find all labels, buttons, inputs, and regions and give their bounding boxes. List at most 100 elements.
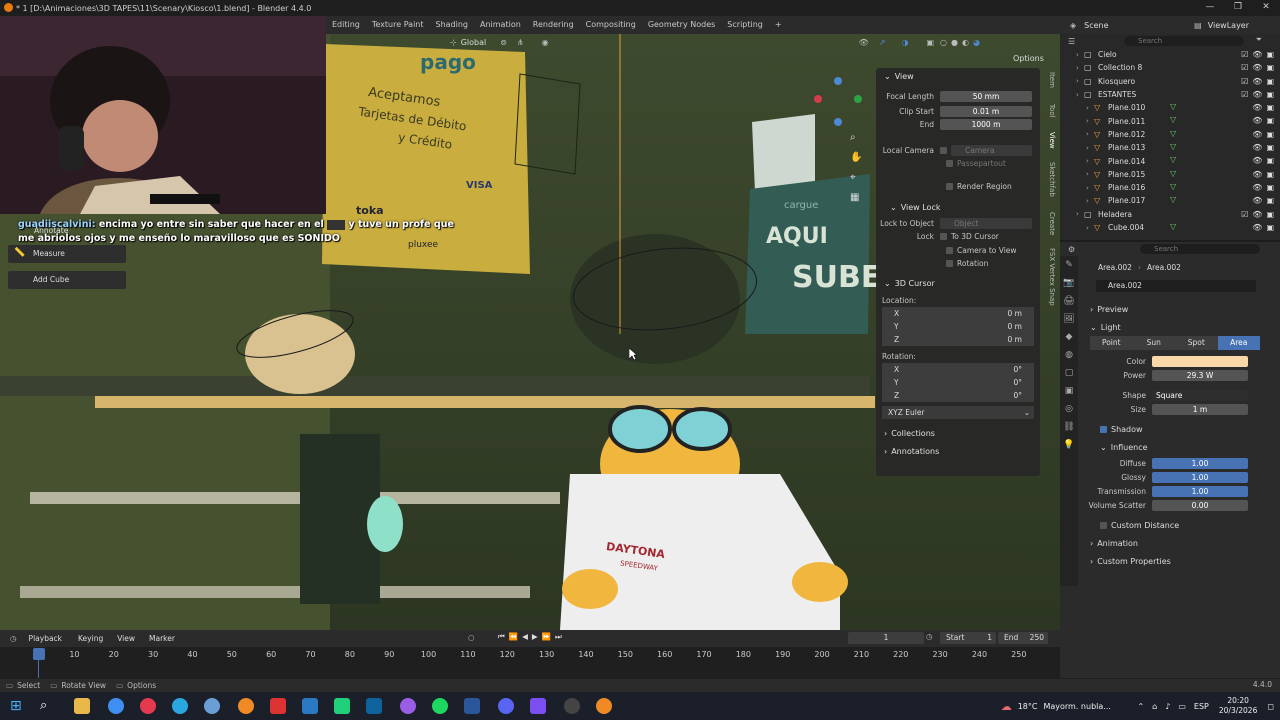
viewport-options-button[interactable]: Options — [1013, 54, 1044, 63]
visibility-eye-icon[interactable]: 👁 — [1252, 90, 1262, 99]
word-icon[interactable] — [464, 698, 480, 714]
location-x-field[interactable]: X 0 m — [882, 307, 1034, 321]
network-icon[interactable]: ⌂ — [1152, 702, 1157, 711]
rotation-x-field[interactable]: X 0° — [882, 363, 1034, 377]
battery-icon[interactable]: ▭ — [1178, 702, 1186, 711]
keying-menu[interactable]: Keying — [78, 634, 103, 643]
tool-properties-icon[interactable]: ✎ — [1060, 256, 1078, 274]
color-swatch[interactable] — [1152, 355, 1248, 367]
exclude-checkbox-icon[interactable]: ☑ — [1241, 63, 1248, 72]
rotation-mode-dropdown[interactable]: XYZ Euler ⌄ — [882, 406, 1034, 420]
outliner-row[interactable]: › ▢ ESTANTES ☑ 👁 ▣ — [1060, 88, 1280, 101]
tab-rendering[interactable]: Rendering — [527, 16, 580, 34]
animation-section[interactable]: › Animation — [1060, 534, 1280, 552]
outliner-row[interactable]: › ▢ Kiosquero ☑ 👁 ▣ — [1060, 75, 1280, 88]
power-field[interactable]: 29.3 W — [1152, 369, 1248, 381]
volume-icon[interactable]: ♪ — [1165, 702, 1170, 711]
expand-arrow-icon[interactable]: › — [1086, 144, 1094, 152]
notification-icon[interactable]: ◻ — [1267, 702, 1274, 711]
tab-editing[interactable]: Editing — [326, 16, 366, 34]
shading-rendered-icon[interactable]: ◕ — [973, 38, 980, 47]
timeline-ruler[interactable]: 1102030405060708090100110120130140150160… — [0, 647, 1060, 679]
visibility-eye-icon[interactable]: 👁 — [1252, 143, 1262, 152]
obs-icon[interactable] — [564, 698, 580, 714]
outliner-row[interactable]: › ▽ Cube.004 ▽ 👁 ▣ — [1060, 221, 1280, 234]
volume-scatter-field[interactable]: 0.00 — [1152, 499, 1248, 511]
shape-dropdown[interactable]: Square — [1152, 389, 1248, 401]
custom-distance-section[interactable]: Custom Distance — [1060, 516, 1280, 534]
vscode-icon[interactable] — [366, 698, 382, 714]
tab-create[interactable]: Create — [1040, 212, 1056, 235]
playhead[interactable] — [33, 648, 45, 660]
constraints-properties-icon[interactable]: ⛓ — [1060, 418, 1078, 436]
render-camera-icon[interactable]: ▣ — [1266, 196, 1274, 205]
expand-arrow-icon[interactable]: › — [1086, 170, 1094, 178]
expand-arrow-icon[interactable]: › — [1086, 184, 1094, 192]
timeline-view-menu[interactable]: View — [117, 634, 135, 643]
view-section-header[interactable]: ⌄ View — [876, 68, 1040, 84]
render-camera-icon[interactable]: ▣ — [1266, 103, 1274, 112]
shadow-section[interactable]: Shadow — [1060, 420, 1280, 438]
close-button[interactable]: ✕ — [1252, 0, 1280, 16]
properties-editor-icon[interactable]: ⚙ — [1068, 245, 1075, 254]
overlay-toggle-icon[interactable]: ◑ — [901, 38, 908, 47]
edge-icon[interactable] — [172, 698, 188, 714]
transmission-field[interactable]: 1.00 — [1152, 485, 1248, 497]
pivot-icon[interactable]: ⊚ — [500, 38, 507, 47]
camera-to-view-checkbox[interactable] — [946, 246, 953, 254]
marker-menu[interactable]: Marker — [149, 634, 175, 643]
playback-controls[interactable]: ⏮⏪◀▶⏩⏭ — [498, 632, 566, 642]
size-field[interactable]: 1 m — [1152, 403, 1248, 415]
expand-arrow-icon[interactable]: › — [1076, 77, 1084, 85]
outliner-search-input[interactable]: Search — [1124, 36, 1244, 46]
weather-description[interactable]: Mayorm. nubla... — [1043, 702, 1123, 711]
expand-arrow-icon[interactable]: › — [1086, 130, 1094, 138]
local-camera-field[interactable]: Camera — [951, 144, 1032, 156]
app-purple-icon[interactable] — [400, 698, 416, 714]
outliner-row[interactable]: › ▽ Plane.014 ▽ 👁 ▣ — [1060, 154, 1280, 167]
scene-properties-icon[interactable]: ◆ — [1060, 328, 1078, 346]
outliner-row[interactable]: › ▢ Collection 8 ☑ 👁 ▣ — [1060, 61, 1280, 74]
glossy-field[interactable]: 1.00 — [1152, 471, 1248, 483]
recorder-icon[interactable] — [270, 698, 286, 714]
visibility-eye-icon[interactable]: 👁 — [1252, 77, 1262, 86]
influence-section[interactable]: ⌄ Influence — [1060, 438, 1280, 456]
proportional-edit-icon[interactable]: ◉ — [542, 38, 549, 47]
outliner-row[interactable]: › ▽ Plane.011 ▽ 👁 ▣ — [1060, 114, 1280, 127]
tab-texture-paint[interactable]: Texture Paint — [366, 16, 430, 34]
render-camera-icon[interactable]: ▣ — [1266, 143, 1274, 152]
render-camera-icon[interactable]: ▣ — [1266, 77, 1274, 86]
tray-overflow-icon[interactable]: ⌃ — [1137, 702, 1144, 711]
outliner-row[interactable]: › ▽ Plane.016 ▽ 👁 ▣ — [1060, 181, 1280, 194]
expand-arrow-icon[interactable]: › — [1086, 117, 1094, 125]
render-camera-icon[interactable]: ▣ — [1266, 183, 1274, 192]
add-cube-tool[interactable]: Add Cube — [8, 271, 126, 289]
visibility-eye-icon[interactable]: 👁 — [1252, 183, 1262, 192]
search-icon[interactable]: ⌕ — [40, 698, 56, 714]
expand-arrow-icon[interactable]: › — [1086, 197, 1094, 205]
tab-shading[interactable]: Shading — [430, 16, 475, 34]
tab-tool[interactable]: Tool — [1040, 104, 1056, 118]
location-y-field[interactable]: Y 0 m — [882, 320, 1034, 334]
visibility-eye-icon[interactable]: 👁 — [1252, 103, 1262, 112]
outliner-row[interactable]: › ▽ Plane.015 ▽ 👁 ▣ — [1060, 168, 1280, 181]
tab-scripting[interactable]: Scripting — [721, 16, 769, 34]
minimize-button[interactable]: — — [1196, 0, 1224, 16]
light-type-sun[interactable]: Sun — [1132, 336, 1175, 350]
custom-properties-section[interactable]: › Custom Properties — [1060, 552, 1280, 570]
auto-key-icon[interactable]: ○ — [468, 633, 475, 642]
maximize-button[interactable]: ❐ — [1224, 0, 1252, 16]
render-region-checkbox[interactable] — [946, 183, 953, 191]
filter-icon[interactable]: ⏷ — [1256, 35, 1262, 45]
visibility-eye-icon[interactable]: 👁 — [1252, 210, 1262, 219]
exclude-checkbox-icon[interactable]: ☑ — [1241, 50, 1248, 59]
tab-geometry-nodes[interactable]: Geometry Nodes — [642, 16, 721, 34]
local-camera-checkbox[interactable] — [940, 146, 947, 154]
view-layer-properties-icon[interactable]: 🖼 — [1060, 310, 1078, 328]
pan-hand-icon[interactable]: ✋ — [850, 152, 862, 163]
start-frame-field[interactable]: Start 1 — [940, 632, 996, 644]
windows-start-icon[interactable]: ⊞ — [10, 698, 26, 714]
outliner-row[interactable]: › ▢ Cielo ☑ 👁 ▣ — [1060, 48, 1280, 61]
clip-end-field[interactable]: 1000 m — [940, 119, 1032, 131]
ortho-grid-icon[interactable]: ▦ — [850, 192, 859, 203]
